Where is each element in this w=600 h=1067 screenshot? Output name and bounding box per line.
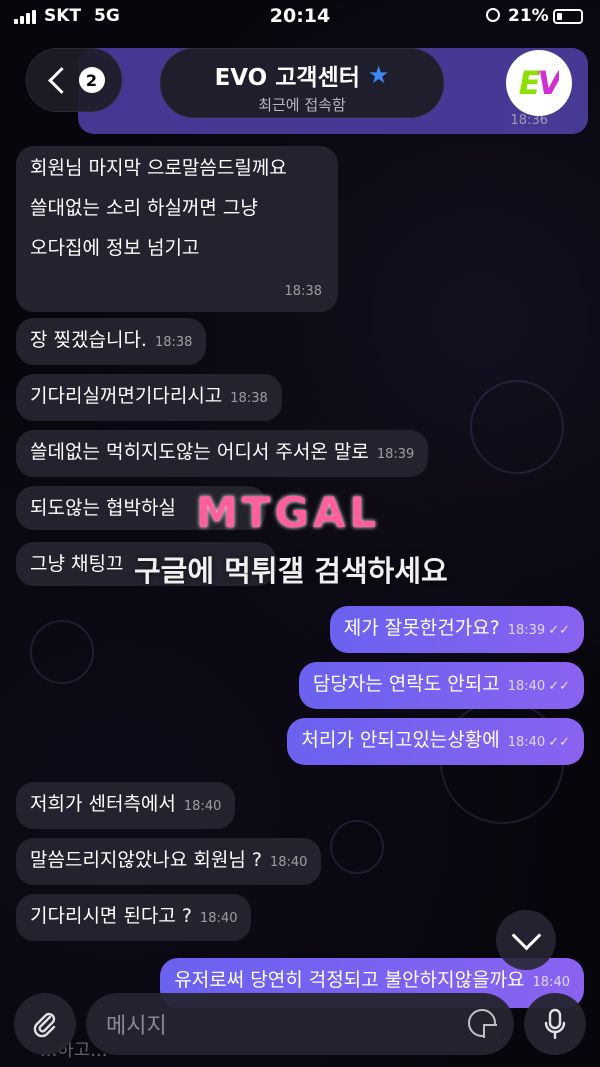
attach-button[interactable]: [14, 993, 76, 1055]
rotation-lock-icon: [486, 8, 500, 22]
back-button[interactable]: 2: [26, 48, 122, 112]
message-text: 쓸데없는 먹히지도않는 어디서 주서온 말로: [30, 441, 369, 463]
voice-record-button[interactable]: [524, 993, 586, 1055]
message-bubble[interactable]: 기다리시면 된다고 ? 18:40: [16, 894, 252, 941]
watermark-text: 구글에 먹튀갤 검색하세요: [134, 554, 448, 588]
read-checks-icon: ✓✓: [548, 623, 570, 638]
message-time: 18:39: [376, 447, 415, 462]
message-time: 18:40: [269, 855, 308, 870]
message-bubble[interactable]: 장 찢겠습니다. 18:38: [16, 318, 207, 365]
message-text: 처리가 안되고있는상황에: [301, 729, 500, 751]
microphone-icon: [544, 1008, 566, 1040]
message-bubble-outgoing[interactable]: 제가 잘못한건가요? 18:39 ✓✓: [329, 606, 584, 653]
message-bubble[interactable]: 기다리실꺼면기다리시고 18:38: [16, 374, 282, 421]
message-bubble[interactable]: 회원님 마지막 으로말씀드릴께요 쓸대없는 소리 하실꺼면 그냥 오다집에 정보…: [16, 146, 338, 312]
message-text: 그냥 채팅끄: [30, 553, 124, 575]
message-text: 저희가 센터측에서: [30, 793, 176, 815]
message-time: 18:40: [507, 679, 546, 694]
message-time: 18:40: [200, 911, 238, 926]
message-composer: 메시지: [0, 985, 600, 1067]
message-text: 담당자는 연락도 안되고: [312, 673, 500, 695]
avatar-text: EV: [518, 64, 563, 102]
battery-percent: 21%: [508, 6, 549, 26]
chevron-down-icon: [511, 920, 541, 950]
wallpaper-doodle: [330, 820, 384, 874]
chat-title-pill[interactable]: EVO 고객센터 ★ 최근에 접속함: [160, 48, 444, 118]
message-bubble[interactable]: 말씀드리지않았나요 회원님 ? 18:40: [16, 838, 322, 885]
watermark-logo-text: MTGAL: [196, 488, 381, 537]
message-bubble[interactable]: 저희가 센터측에서 18:40: [16, 782, 236, 829]
status-bar: SKT 5G 20:14 21%: [0, 0, 600, 36]
chat-title: EVO 고객센터: [214, 65, 360, 91]
unread-count-badge: 2: [78, 67, 105, 93]
message-time: 18:38: [154, 335, 193, 350]
last-seen-status: 최근에 접속함: [258, 96, 346, 114]
message-text: 말씀드리지않았나요 회원님 ?: [30, 849, 262, 871]
sticker-icon[interactable]: [468, 1009, 497, 1038]
message-time: 18:40: [507, 735, 546, 750]
message-text: 기다리시면 된다고 ?: [30, 905, 193, 927]
star-icon: ★: [367, 61, 390, 89]
message-time: 18:40: [183, 799, 222, 814]
message-input[interactable]: 메시지: [86, 993, 514, 1055]
message-time: 18:38: [284, 284, 322, 299]
message-time: 18:38: [230, 391, 268, 406]
message-bubble[interactable]: 쓸데없는 먹히지도않는 어디서 주서온 말로 18:39: [16, 430, 429, 477]
wallpaper-doodle: [470, 380, 564, 474]
battery-icon: [553, 9, 583, 24]
read-checks-icon: ✓✓: [548, 679, 570, 694]
message-text: 회원님 마지막 으로말씀드릴께요 쓸대없는 소리 하실꺼면 그냥 오다집에 정보…: [30, 157, 287, 259]
message-text: 제가 잘못한건가요?: [343, 617, 500, 639]
paperclip-icon: [33, 1012, 56, 1038]
message-input-placeholder: 메시지: [106, 1014, 167, 1039]
message-text: 장 찢겠습니다.: [30, 329, 147, 351]
watermark-logo: MTGAL: [196, 488, 380, 537]
wallpaper-doodle: [30, 620, 94, 684]
message-time: 18:39: [507, 623, 546, 638]
scroll-to-bottom-button[interactable]: [496, 910, 556, 970]
avatar[interactable]: EV: [506, 50, 572, 116]
back-chevron-icon: [47, 66, 75, 94]
message-text: 기다리실꺼면기다리시고: [30, 385, 223, 407]
message-text: 되도않는 협박하실: [30, 497, 176, 519]
message-bubble-outgoing[interactable]: 처리가 안되고있는상황에 18:40 ✓✓: [287, 718, 584, 765]
read-checks-icon: ✓✓: [548, 735, 570, 750]
message-bubble-outgoing[interactable]: 담당자는 연락도 안되고 18:40 ✓✓: [298, 662, 584, 709]
